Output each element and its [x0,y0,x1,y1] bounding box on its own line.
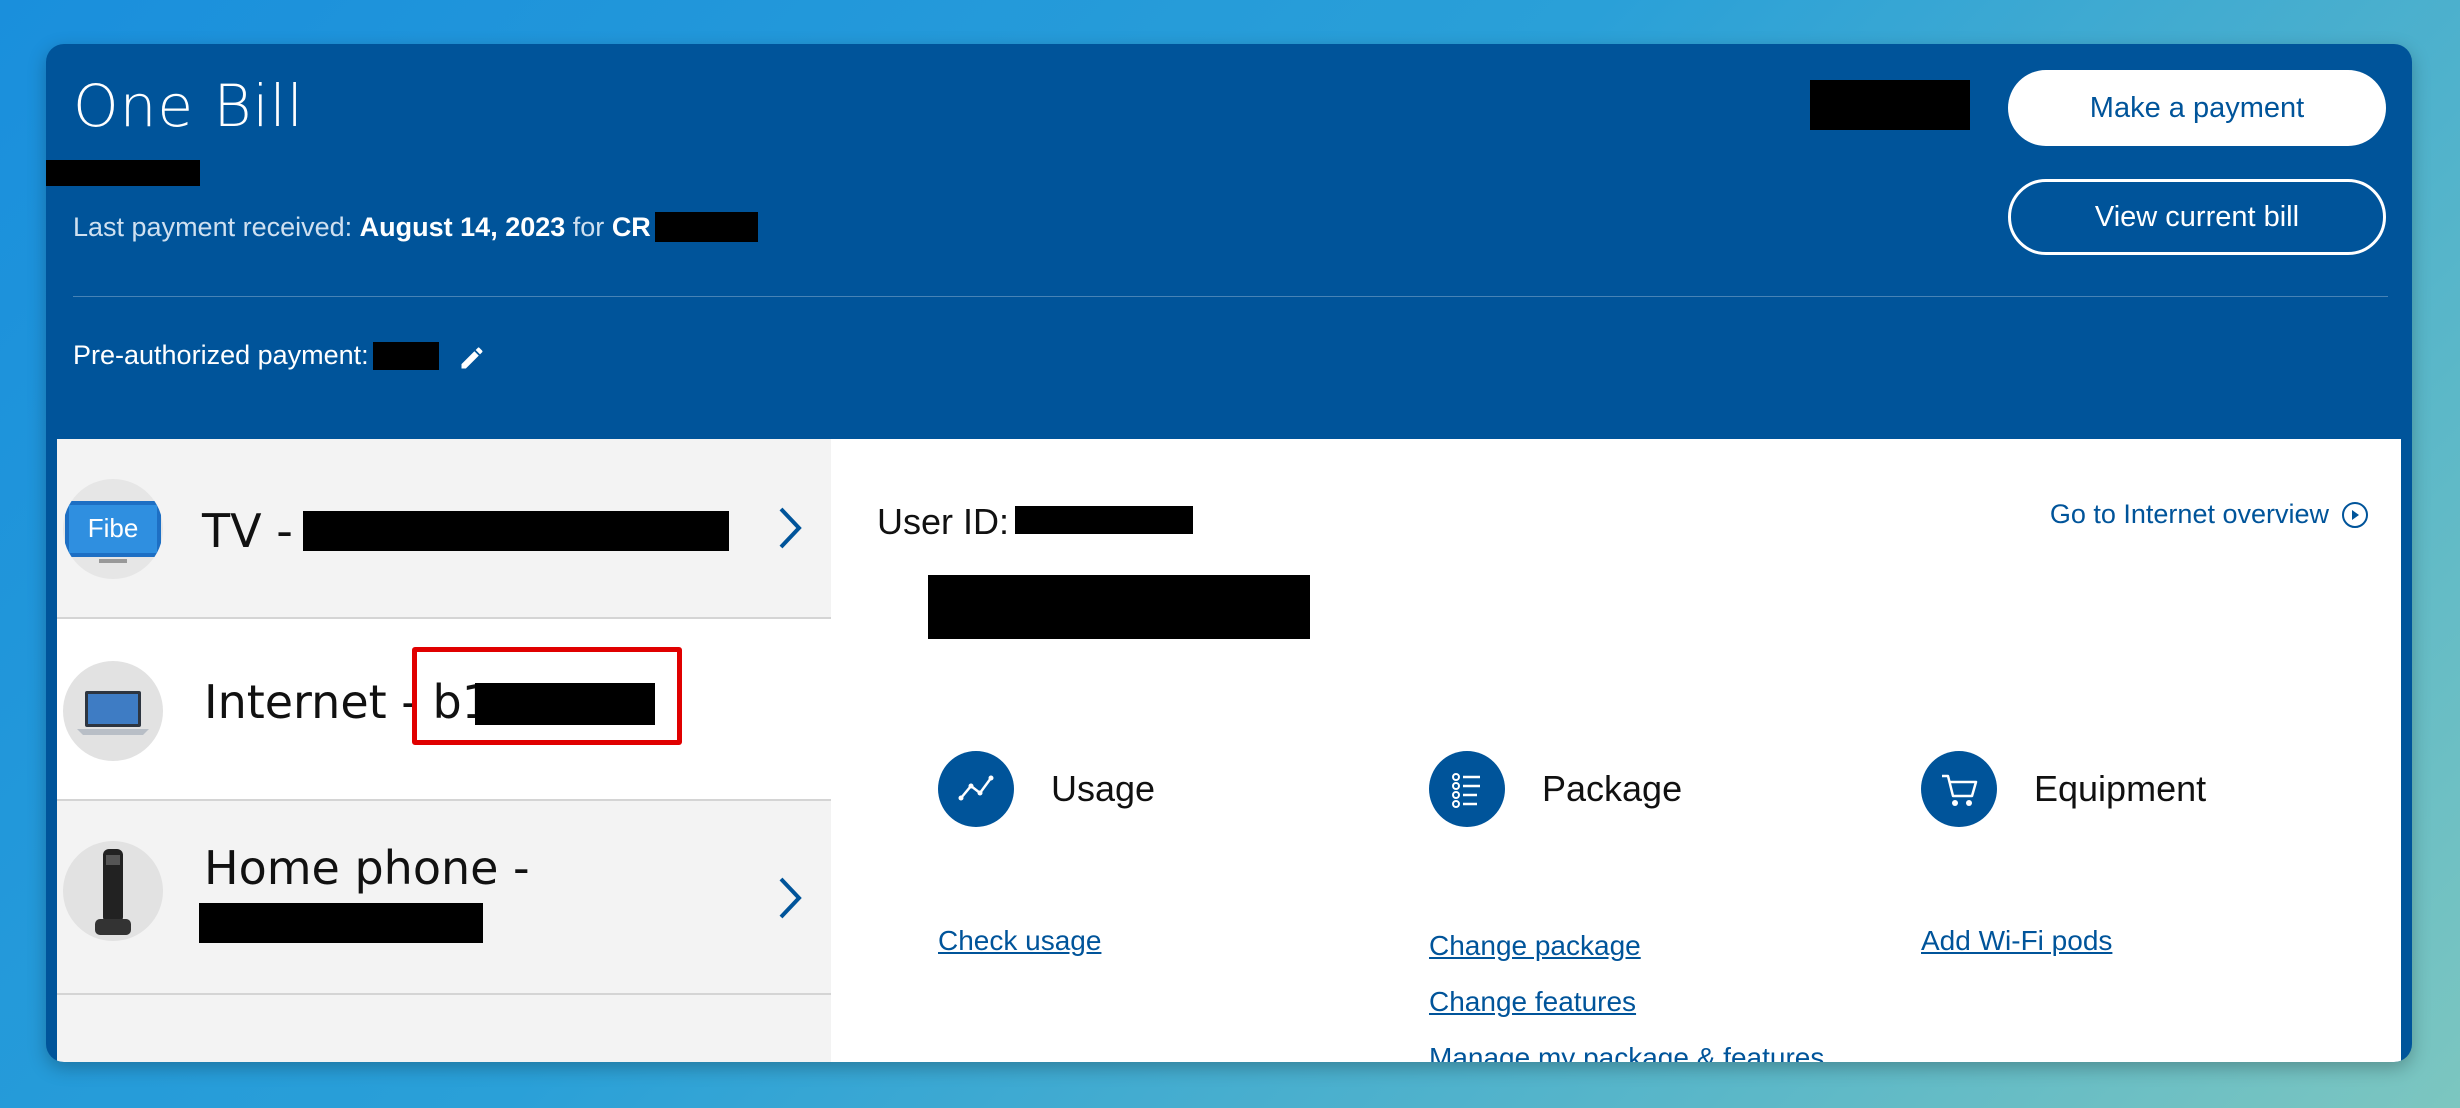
last-payment-account-prefix: CR [611,212,651,242]
go-to-overview-label: Go to Internet overview [2049,499,2329,529]
feature-title-equipment: Equipment [2034,768,2207,809]
service-row-tv[interactable]: Fibe TV - [57,439,831,619]
make-payment-button[interactable]: Make a payment [2008,70,2386,146]
go-to-internet-overview-link[interactable]: Go to Internet overview [2050,499,2369,530]
preauth-payment: Pre-authorized payment: [73,340,486,372]
checklist-icon [1429,751,1505,827]
last-payment-label: Last payment received: [73,212,353,242]
add-wifi-pods-link[interactable]: Add Wi-Fi pods [1921,925,2112,957]
circle-play-icon [2342,501,2368,528]
service-label-tv: TV - [202,504,293,558]
feature-package: Package [1429,751,1682,827]
last-payment-date: August 14, 2023 [359,212,566,242]
header-divider [73,296,2388,297]
redacted-amount [654,212,758,242]
redacted-preauth [372,342,439,370]
redacted-phone-number [199,903,483,943]
edit-pencil-icon[interactable] [458,344,486,372]
check-usage-link[interactable]: Check usage [938,925,1101,957]
highlight-box [412,647,682,745]
feature-title-package: Package [1542,768,1683,809]
usage-chart-icon [938,751,1014,827]
services-list: Fibe TV - Internet - b1 Home phone - [57,439,831,1062]
feature-title-usage: Usage [1051,768,1156,809]
one-bill-card: One Bill Last payment received: August 1… [46,44,2412,1062]
feature-equipment: Equipment [1921,751,2206,827]
service-row-internet[interactable]: Internet - b1 [57,619,831,801]
feature-usage: Usage [938,751,1155,827]
page-title: One Bill [73,72,304,140]
fibe-logo-text: Fibe [88,513,139,543]
laptop-icon [63,661,163,761]
redacted-user-id [1015,506,1194,534]
last-payment-info: Last payment received: August 14, 2023 f… [73,212,758,243]
service-details: User ID: Go to Internet overview Usage C… [831,439,2401,1062]
service-label-home-phone: Home phone - [204,841,530,895]
change-features-link[interactable]: Change features [1429,986,1636,1018]
last-payment-for: for [572,212,605,242]
redacted-balance [1810,80,1970,130]
user-id: User ID: [877,501,1194,543]
fibe-tv-icon: Fibe [63,479,163,579]
view-current-bill-button[interactable]: View current bill [2008,179,2386,255]
user-id-label: User ID: [877,501,1010,542]
redacted-user-detail [928,575,1310,639]
service-row-home-phone[interactable]: Home phone - [57,801,831,995]
cordless-phone-icon [63,841,163,941]
preauth-label: Pre-authorized payment: [73,340,369,370]
change-package-link[interactable]: Change package [1429,930,1641,962]
chevron-right-icon[interactable] [775,505,805,551]
chevron-right-icon[interactable] [775,875,805,921]
redacted-tv-account [303,511,729,551]
manage-package-features-link[interactable]: Manage my package & features [1429,1042,1824,1062]
cart-icon [1921,751,1997,827]
redacted-account-number [46,160,200,186]
